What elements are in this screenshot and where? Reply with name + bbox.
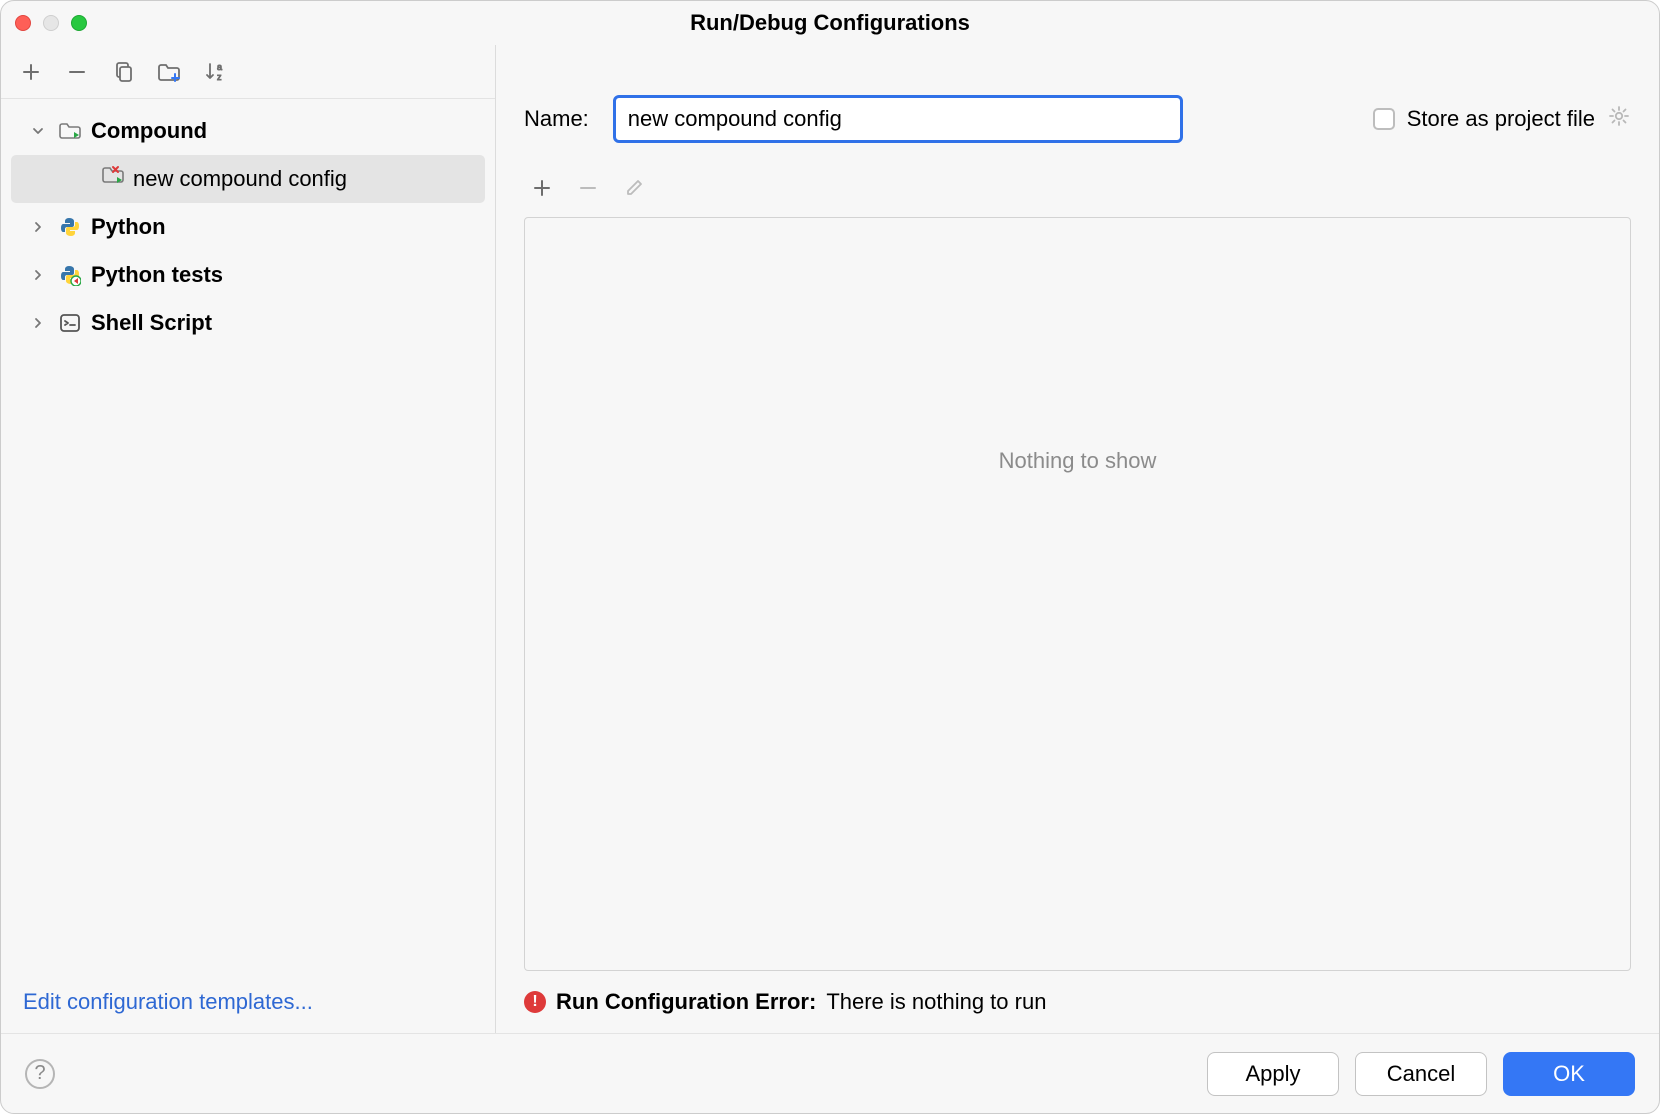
empty-text: Nothing to show (999, 448, 1157, 474)
tree-node-label: Python tests (91, 262, 223, 288)
compound-config-error-icon (101, 165, 127, 193)
dialog-body: az Compound new compoun (1, 45, 1659, 1033)
edit-item-icon[interactable] (624, 178, 644, 204)
error-prefix: Run Configuration Error: (556, 989, 816, 1015)
svg-text:a: a (217, 62, 222, 72)
error-message: There is nothing to run (826, 989, 1046, 1015)
name-row: Name: Store as project file (496, 45, 1659, 153)
window-controls (15, 15, 87, 31)
minimize-window-icon[interactable] (43, 15, 59, 31)
config-list-section: Nothing to show (496, 153, 1659, 971)
shell-script-icon (57, 310, 83, 336)
chevron-right-icon (31, 262, 49, 288)
cancel-button[interactable]: Cancel (1355, 1052, 1487, 1096)
store-label: Store as project file (1407, 106, 1595, 132)
titlebar: Run/Debug Configurations (1, 1, 1659, 45)
tree-child-compound-selected[interactable]: new compound config (11, 155, 485, 203)
name-input[interactable] (613, 95, 1183, 143)
save-to-folder-icon[interactable] (157, 60, 181, 84)
config-list-box[interactable]: Nothing to show (524, 217, 1631, 971)
add-item-icon[interactable] (532, 178, 552, 204)
tree-node-python-tests[interactable]: Python tests (1, 251, 495, 299)
remove-item-icon[interactable] (578, 178, 598, 204)
error-icon: ! (524, 991, 546, 1013)
svg-text:z: z (217, 72, 222, 82)
main-panel: Name: Store as project file (496, 45, 1659, 1033)
chevron-right-icon (31, 214, 49, 240)
gear-icon[interactable] (1607, 104, 1631, 134)
error-row: ! Run Configuration Error: There is noth… (496, 971, 1659, 1015)
tree-node-label: Compound (91, 118, 207, 144)
zoom-window-icon[interactable] (71, 15, 87, 31)
compound-folder-icon (57, 118, 83, 144)
sidebar: az Compound new compoun (1, 45, 496, 1033)
config-tree[interactable]: Compound new compound config Python (1, 99, 495, 989)
edit-templates-link[interactable]: Edit configuration templates... (1, 989, 495, 1033)
add-config-icon[interactable] (19, 60, 43, 84)
dialog-footer: ? Apply Cancel OK (1, 1033, 1659, 1113)
tree-node-label: Shell Script (91, 310, 212, 336)
tree-node-compound[interactable]: Compound (1, 107, 495, 155)
chevron-right-icon (31, 310, 49, 336)
window-title: Run/Debug Configurations (690, 10, 970, 36)
copy-config-icon[interactable] (111, 60, 135, 84)
remove-config-icon[interactable] (65, 60, 89, 84)
help-icon[interactable]: ? (25, 1059, 55, 1089)
sidebar-toolbar: az (1, 45, 495, 99)
config-list-toolbar (524, 171, 1631, 211)
ok-button[interactable]: OK (1503, 1052, 1635, 1096)
store-checkbox[interactable] (1373, 108, 1395, 130)
sort-alpha-icon[interactable]: az (203, 60, 227, 84)
tree-node-python[interactable]: Python (1, 203, 495, 251)
python-icon (57, 214, 83, 240)
store-as-project-file: Store as project file (1373, 104, 1631, 134)
chevron-down-icon (31, 118, 49, 144)
tree-node-label: Python (91, 214, 166, 240)
close-window-icon[interactable] (15, 15, 31, 31)
run-debug-config-dialog: Run/Debug Configurations az (0, 0, 1660, 1114)
name-label: Name: (524, 106, 589, 132)
apply-button[interactable]: Apply (1207, 1052, 1339, 1096)
tree-child-label: new compound config (133, 166, 347, 192)
tree-node-shell-script[interactable]: Shell Script (1, 299, 495, 347)
python-tests-icon (57, 262, 83, 288)
